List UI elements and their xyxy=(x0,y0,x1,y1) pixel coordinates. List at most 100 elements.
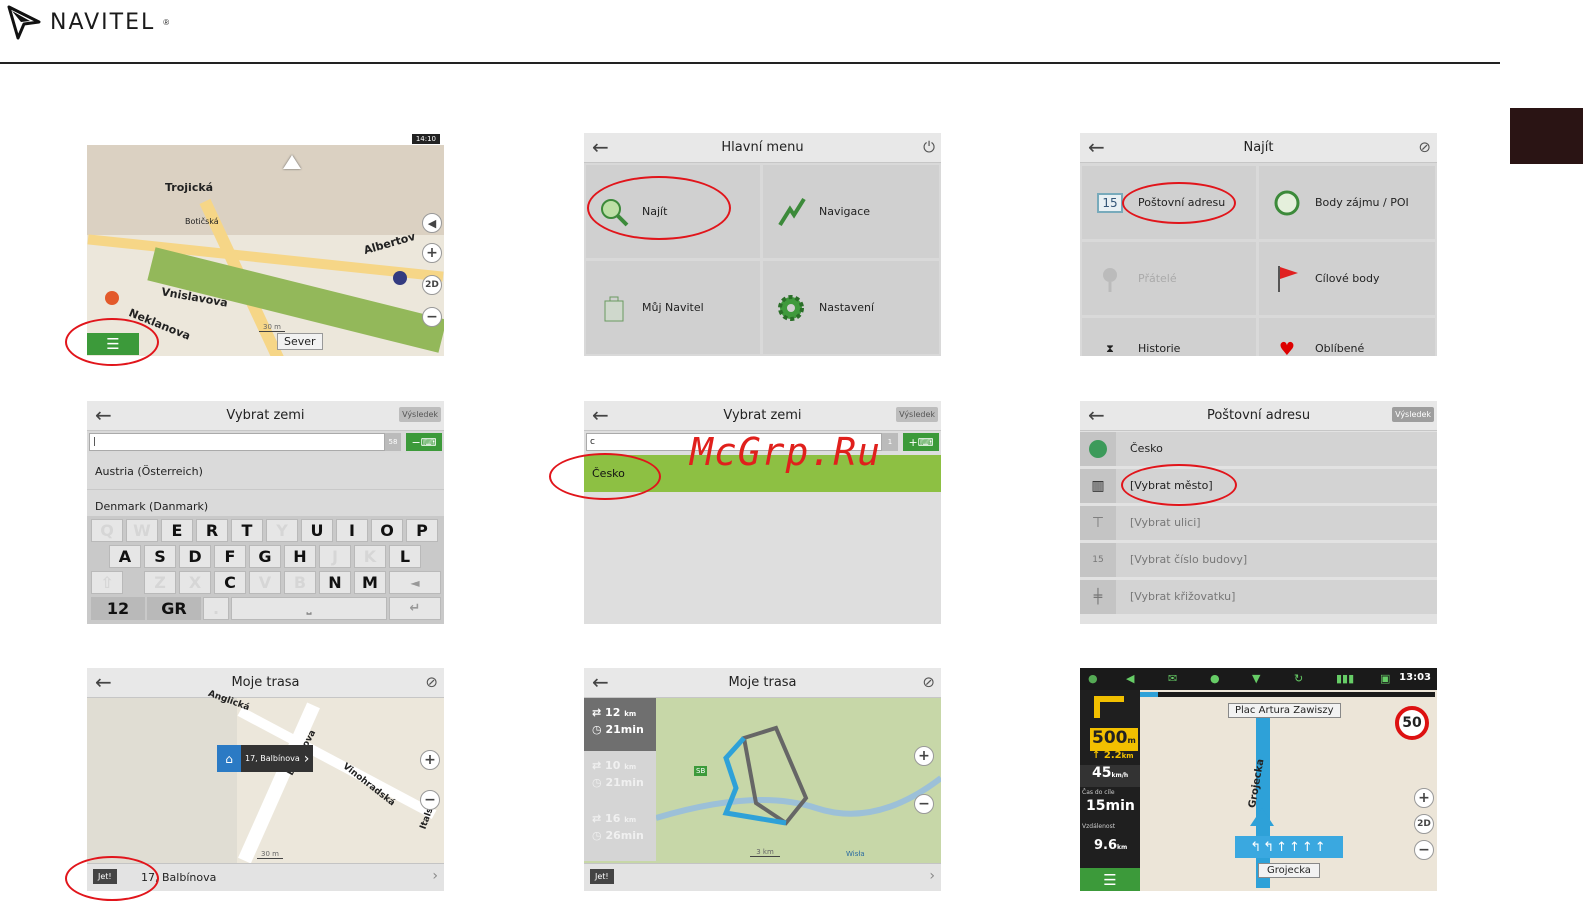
volume-icon[interactable]: ◀ xyxy=(422,213,442,233)
key[interactable]: X xyxy=(179,571,211,594)
result-button[interactable]: Výsledek xyxy=(1392,407,1434,422)
key[interactable]: G xyxy=(249,545,281,568)
find-tile-history[interactable]: ⧗ Historie xyxy=(1082,318,1256,356)
backspace-key[interactable]: ◄ xyxy=(389,571,441,594)
list-item[interactable]: Denmark (Danmark) xyxy=(87,490,444,516)
street-name-sign: Plac Artura Zawiszy xyxy=(1228,703,1341,718)
key[interactable]: C xyxy=(214,571,246,594)
find-tile-friends[interactable]: Přátelé xyxy=(1082,242,1256,315)
key[interactable]: L xyxy=(389,545,421,568)
result-button[interactable]: Výsledek xyxy=(399,407,441,422)
view-2d-button[interactable]: 2D xyxy=(1414,814,1434,834)
key[interactable]: R xyxy=(196,519,228,542)
back-button[interactable]: ← xyxy=(592,136,609,158)
numbers-key[interactable]: 12 xyxy=(91,597,145,620)
address-row-building[interactable]: 15 [Vybrat číslo budovy] xyxy=(1080,543,1437,579)
zoom-out-button[interactable]: − xyxy=(914,794,934,814)
enter-key[interactable]: ↵ xyxy=(389,597,441,620)
zoom-in-button[interactable]: + xyxy=(914,746,934,766)
space-key[interactable]: ⎵ xyxy=(231,597,387,620)
key[interactable]: V xyxy=(249,571,281,594)
key[interactable]: A xyxy=(109,545,141,568)
chevron-right-icon[interactable]: › xyxy=(929,868,935,884)
route-option[interactable]: ⇄ 10 km ◷ 21min xyxy=(584,751,656,804)
back-button[interactable]: ← xyxy=(95,404,112,426)
route-option[interactable]: ⇄ 12 km ◷ 21min xyxy=(584,698,656,751)
back-button[interactable]: ← xyxy=(1088,404,1105,426)
key[interactable]: Y xyxy=(266,519,298,542)
menu-button[interactable]: ☰ xyxy=(1080,868,1140,891)
key[interactable]: D xyxy=(179,545,211,568)
message-icon[interactable]: ✉ xyxy=(1168,672,1177,685)
traffic-icon[interactable]: ▼ xyxy=(1252,672,1260,685)
zoom-in-button[interactable]: + xyxy=(422,243,442,263)
no-route-icon[interactable]: ⊘ xyxy=(922,673,935,691)
chevron-right-icon[interactable]: › xyxy=(432,868,438,884)
key[interactable]: Q xyxy=(91,519,123,542)
back-button[interactable]: ← xyxy=(592,404,609,426)
key[interactable]: Z xyxy=(144,571,176,594)
key[interactable]: B xyxy=(284,571,316,594)
keyboard-toggle-button[interactable]: +⌨ xyxy=(903,433,939,451)
key[interactable]: U xyxy=(301,519,333,542)
tile-label: Nastavení xyxy=(819,301,875,314)
key[interactable]: J xyxy=(319,545,351,568)
key[interactable]: P xyxy=(406,519,438,542)
key[interactable]: E xyxy=(161,519,193,542)
tile-label: Body zájmu / POI xyxy=(1315,196,1409,209)
key[interactable]: K xyxy=(354,545,386,568)
power-icon[interactable]: ⏻ xyxy=(923,138,935,156)
route-option[interactable]: ⇄ 16 km ◷ 26min xyxy=(584,804,656,857)
key[interactable]: N xyxy=(319,571,351,594)
key[interactable]: W xyxy=(126,519,158,542)
address-row-country[interactable]: Česko xyxy=(1080,432,1437,468)
zoom-out-button[interactable]: − xyxy=(422,307,442,327)
sync-icon[interactable]: ↻ xyxy=(1294,672,1303,685)
menu-tile-settings[interactable]: Nastavení xyxy=(763,261,939,354)
north-button[interactable]: Sever xyxy=(277,333,323,350)
key[interactable]: I xyxy=(336,519,368,542)
keyboard-toggle-button[interactable]: −⌨ xyxy=(406,433,442,451)
compass-icon[interactable] xyxy=(283,155,301,169)
zoom-in-button[interactable]: + xyxy=(1414,788,1434,808)
go-button[interactable]: Jet! xyxy=(590,869,614,884)
view-2d-button[interactable]: 2D xyxy=(422,275,442,295)
find-tile-destinations[interactable]: Cílové body xyxy=(1259,242,1435,315)
key[interactable]: M xyxy=(354,571,386,594)
menu-tile-my-navitel[interactable]: Můj Navitel xyxy=(586,261,760,354)
back-button[interactable]: ← xyxy=(592,671,609,693)
route-time: 26min xyxy=(605,829,644,842)
no-route-icon[interactable]: ⊘ xyxy=(1418,138,1431,156)
route-distance: 12 xyxy=(605,706,621,719)
zoom-in-button[interactable]: + xyxy=(420,750,440,770)
remaining-unit: km xyxy=(1117,844,1128,851)
volume-icon[interactable]: ◀ xyxy=(1126,672,1134,685)
result-button[interactable]: Výsledek xyxy=(896,407,938,422)
header-rule xyxy=(0,62,1500,64)
back-button[interactable]: ← xyxy=(95,671,112,693)
address-row-street[interactable]: ⊤ [Vybrat ulici] xyxy=(1080,506,1437,542)
no-route-icon[interactable]: ⊘ xyxy=(425,673,438,691)
key[interactable]: O xyxy=(371,519,403,542)
zoom-out-button[interactable]: − xyxy=(1414,840,1434,860)
layout-key[interactable]: GR xyxy=(147,597,201,620)
key[interactable]: S xyxy=(144,545,176,568)
list-item[interactable]: Austria (Österreich) xyxy=(87,453,444,490)
keyboard: Q W E R T Y U I O P A S D F G H J K L ⇧ … xyxy=(87,516,444,624)
key[interactable]: H xyxy=(284,545,316,568)
current-speed: 45km/h xyxy=(1080,765,1140,787)
next-turn-value: 2.2 xyxy=(1103,750,1122,761)
key[interactable]: T xyxy=(231,519,263,542)
key[interactable]: . xyxy=(203,597,229,620)
search-input[interactable]: | xyxy=(89,433,385,451)
profile-icon[interactable]: ● xyxy=(1210,672,1220,685)
find-tile-favorites[interactable]: ♥ Oblíbené xyxy=(1259,318,1435,356)
back-button[interactable]: ← xyxy=(1088,136,1105,158)
key[interactable]: F xyxy=(214,545,246,568)
menu-tile-navigation[interactable]: Navigace xyxy=(763,165,939,258)
address-popup[interactable]: ⌂ 17, Balbínova › xyxy=(217,745,314,772)
shift-key[interactable]: ⇧ xyxy=(91,571,123,594)
zoom-out-button[interactable]: − xyxy=(420,790,440,810)
find-tile-poi[interactable]: Body zájmu / POI xyxy=(1259,166,1435,239)
address-row-crossing[interactable]: ╪ [Vybrat křižovatku] xyxy=(1080,580,1437,616)
